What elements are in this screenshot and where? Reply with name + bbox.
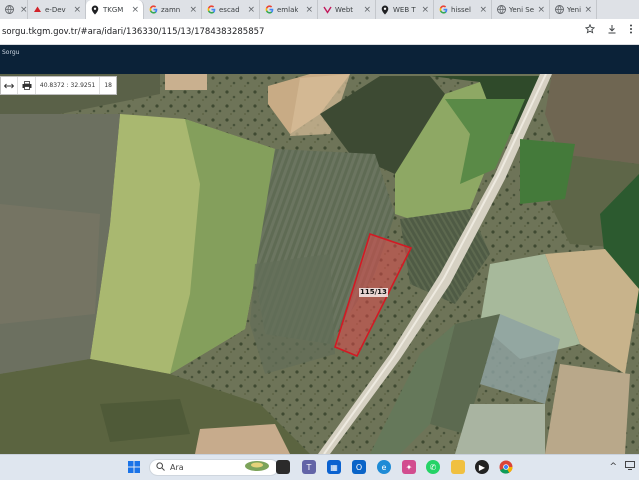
address-bar[interactable]: sorgu.tkgm.gov.tr/#ara/idari/136330/115/…: [2, 27, 264, 37]
search-highlight-icon: [244, 460, 270, 475]
search-placeholder: Ara: [170, 463, 184, 472]
windows-taskbar: Ara T ▦ O e ✦ ✆ ▶ ^: [0, 454, 639, 480]
google-icon: [206, 5, 216, 15]
browser-tab[interactable]: hissel ×: [434, 0, 492, 19]
download-icon[interactable]: [607, 24, 617, 37]
chevron-up-icon[interactable]: ^: [609, 462, 617, 472]
system-tray: ^: [609, 461, 635, 473]
close-tab-icon[interactable]: ×: [189, 5, 197, 15]
site-header: Sorgu: [0, 45, 639, 74]
menu-icon[interactable]: [629, 24, 633, 37]
close-tab-icon[interactable]: ×: [20, 5, 27, 15]
outlook-icon[interactable]: O: [352, 460, 366, 474]
tab-title: zamn: [161, 5, 181, 14]
arrows-horizontal-icon: [4, 83, 15, 89]
browser-tab[interactable]: zamn ×: [144, 0, 202, 19]
browser-tab[interactable]: emlak ×: [260, 0, 318, 19]
browser-tab[interactable]: Webt ×: [318, 0, 376, 19]
folder-icon[interactable]: [451, 460, 465, 474]
close-tab-icon[interactable]: ×: [247, 5, 255, 15]
task-view-icon[interactable]: [276, 460, 290, 474]
map-toolbar: 40.8372 : 32.9251 18: [0, 76, 117, 95]
chrome-icon[interactable]: [499, 460, 513, 474]
close-tab-icon[interactable]: ×: [584, 5, 592, 15]
edge-icon[interactable]: e: [377, 460, 391, 474]
browser-tab[interactable]: Yeni Se ×: [492, 0, 550, 19]
site-header-text: Sorgu: [2, 49, 20, 56]
teams-icon[interactable]: T: [302, 460, 316, 474]
whatsapp-icon[interactable]: ✆: [426, 460, 440, 474]
browser-tab[interactable]: esi×: [0, 0, 28, 19]
google-icon: [264, 5, 274, 15]
parcel-label: 115/13: [359, 288, 388, 297]
monitor-icon[interactable]: [625, 461, 635, 473]
browser-tab-strip: esi×e-Dev×TKGM×zamn×escad×emlak×Webt×WEB…: [0, 0, 639, 19]
google-icon: [148, 5, 158, 15]
tab-title: emlak: [277, 5, 299, 14]
tab-title: escad: [219, 5, 240, 14]
tab-title: Yeni S: [567, 5, 582, 14]
coordinate-readout: 40.8372 : 32.9251: [36, 77, 101, 94]
edevlet-icon: [32, 5, 42, 15]
browser-tab[interactable]: TKGM ×: [86, 0, 144, 19]
satellite-imagery: [0, 74, 639, 454]
browser-tab[interactable]: Yeni S×: [550, 0, 597, 19]
satellite-map[interactable]: 40.8372 : 32.9251 18 115/13: [0, 74, 639, 454]
browser-tab[interactable]: WEB T ×: [376, 0, 434, 19]
media-player-icon[interactable]: ▶: [475, 460, 489, 474]
measure-tool-button[interactable]: [1, 77, 19, 94]
map-pin-icon: [90, 5, 100, 15]
close-tab-icon[interactable]: ×: [305, 5, 313, 15]
browser-tab[interactable]: escad ×: [202, 0, 260, 19]
browser-tab[interactable]: e-Dev ×: [28, 0, 86, 19]
google-icon: [438, 5, 448, 15]
close-tab-icon[interactable]: ×: [363, 5, 371, 15]
photos-icon[interactable]: ✦: [402, 460, 416, 474]
close-tab-icon[interactable]: ×: [537, 5, 545, 15]
store-icon[interactable]: ▦: [327, 460, 341, 474]
webtapu-icon: [322, 5, 332, 15]
tab-title: TKGM: [103, 5, 124, 14]
tab-title: hissel: [451, 5, 471, 14]
close-tab-icon[interactable]: ×: [73, 5, 81, 15]
zoom-level: 18: [104, 82, 112, 89]
browser-toolbar: sorgu.tkgm.gov.tr/#ara/idari/136330/115/…: [0, 19, 639, 45]
windows-start-icon[interactable]: [127, 460, 141, 474]
tab-title: WEB T: [393, 5, 416, 14]
taskbar-search[interactable]: Ara: [149, 459, 279, 476]
map-pin-icon: [380, 5, 390, 15]
globe-icon: [4, 5, 14, 15]
tab-title: Webt: [335, 5, 354, 14]
globe-icon: [496, 5, 506, 15]
globe-icon: [554, 5, 564, 15]
tab-title: Yeni Se: [509, 5, 535, 14]
printer-icon: [22, 81, 32, 90]
close-tab-icon[interactable]: ×: [421, 5, 429, 15]
bookmark-star-icon[interactable]: [584, 23, 596, 37]
close-tab-icon[interactable]: ×: [131, 5, 139, 15]
print-button[interactable]: [18, 77, 36, 94]
close-tab-icon[interactable]: ×: [479, 5, 487, 15]
tab-title: e-Dev: [45, 5, 66, 14]
search-icon: [156, 461, 165, 474]
